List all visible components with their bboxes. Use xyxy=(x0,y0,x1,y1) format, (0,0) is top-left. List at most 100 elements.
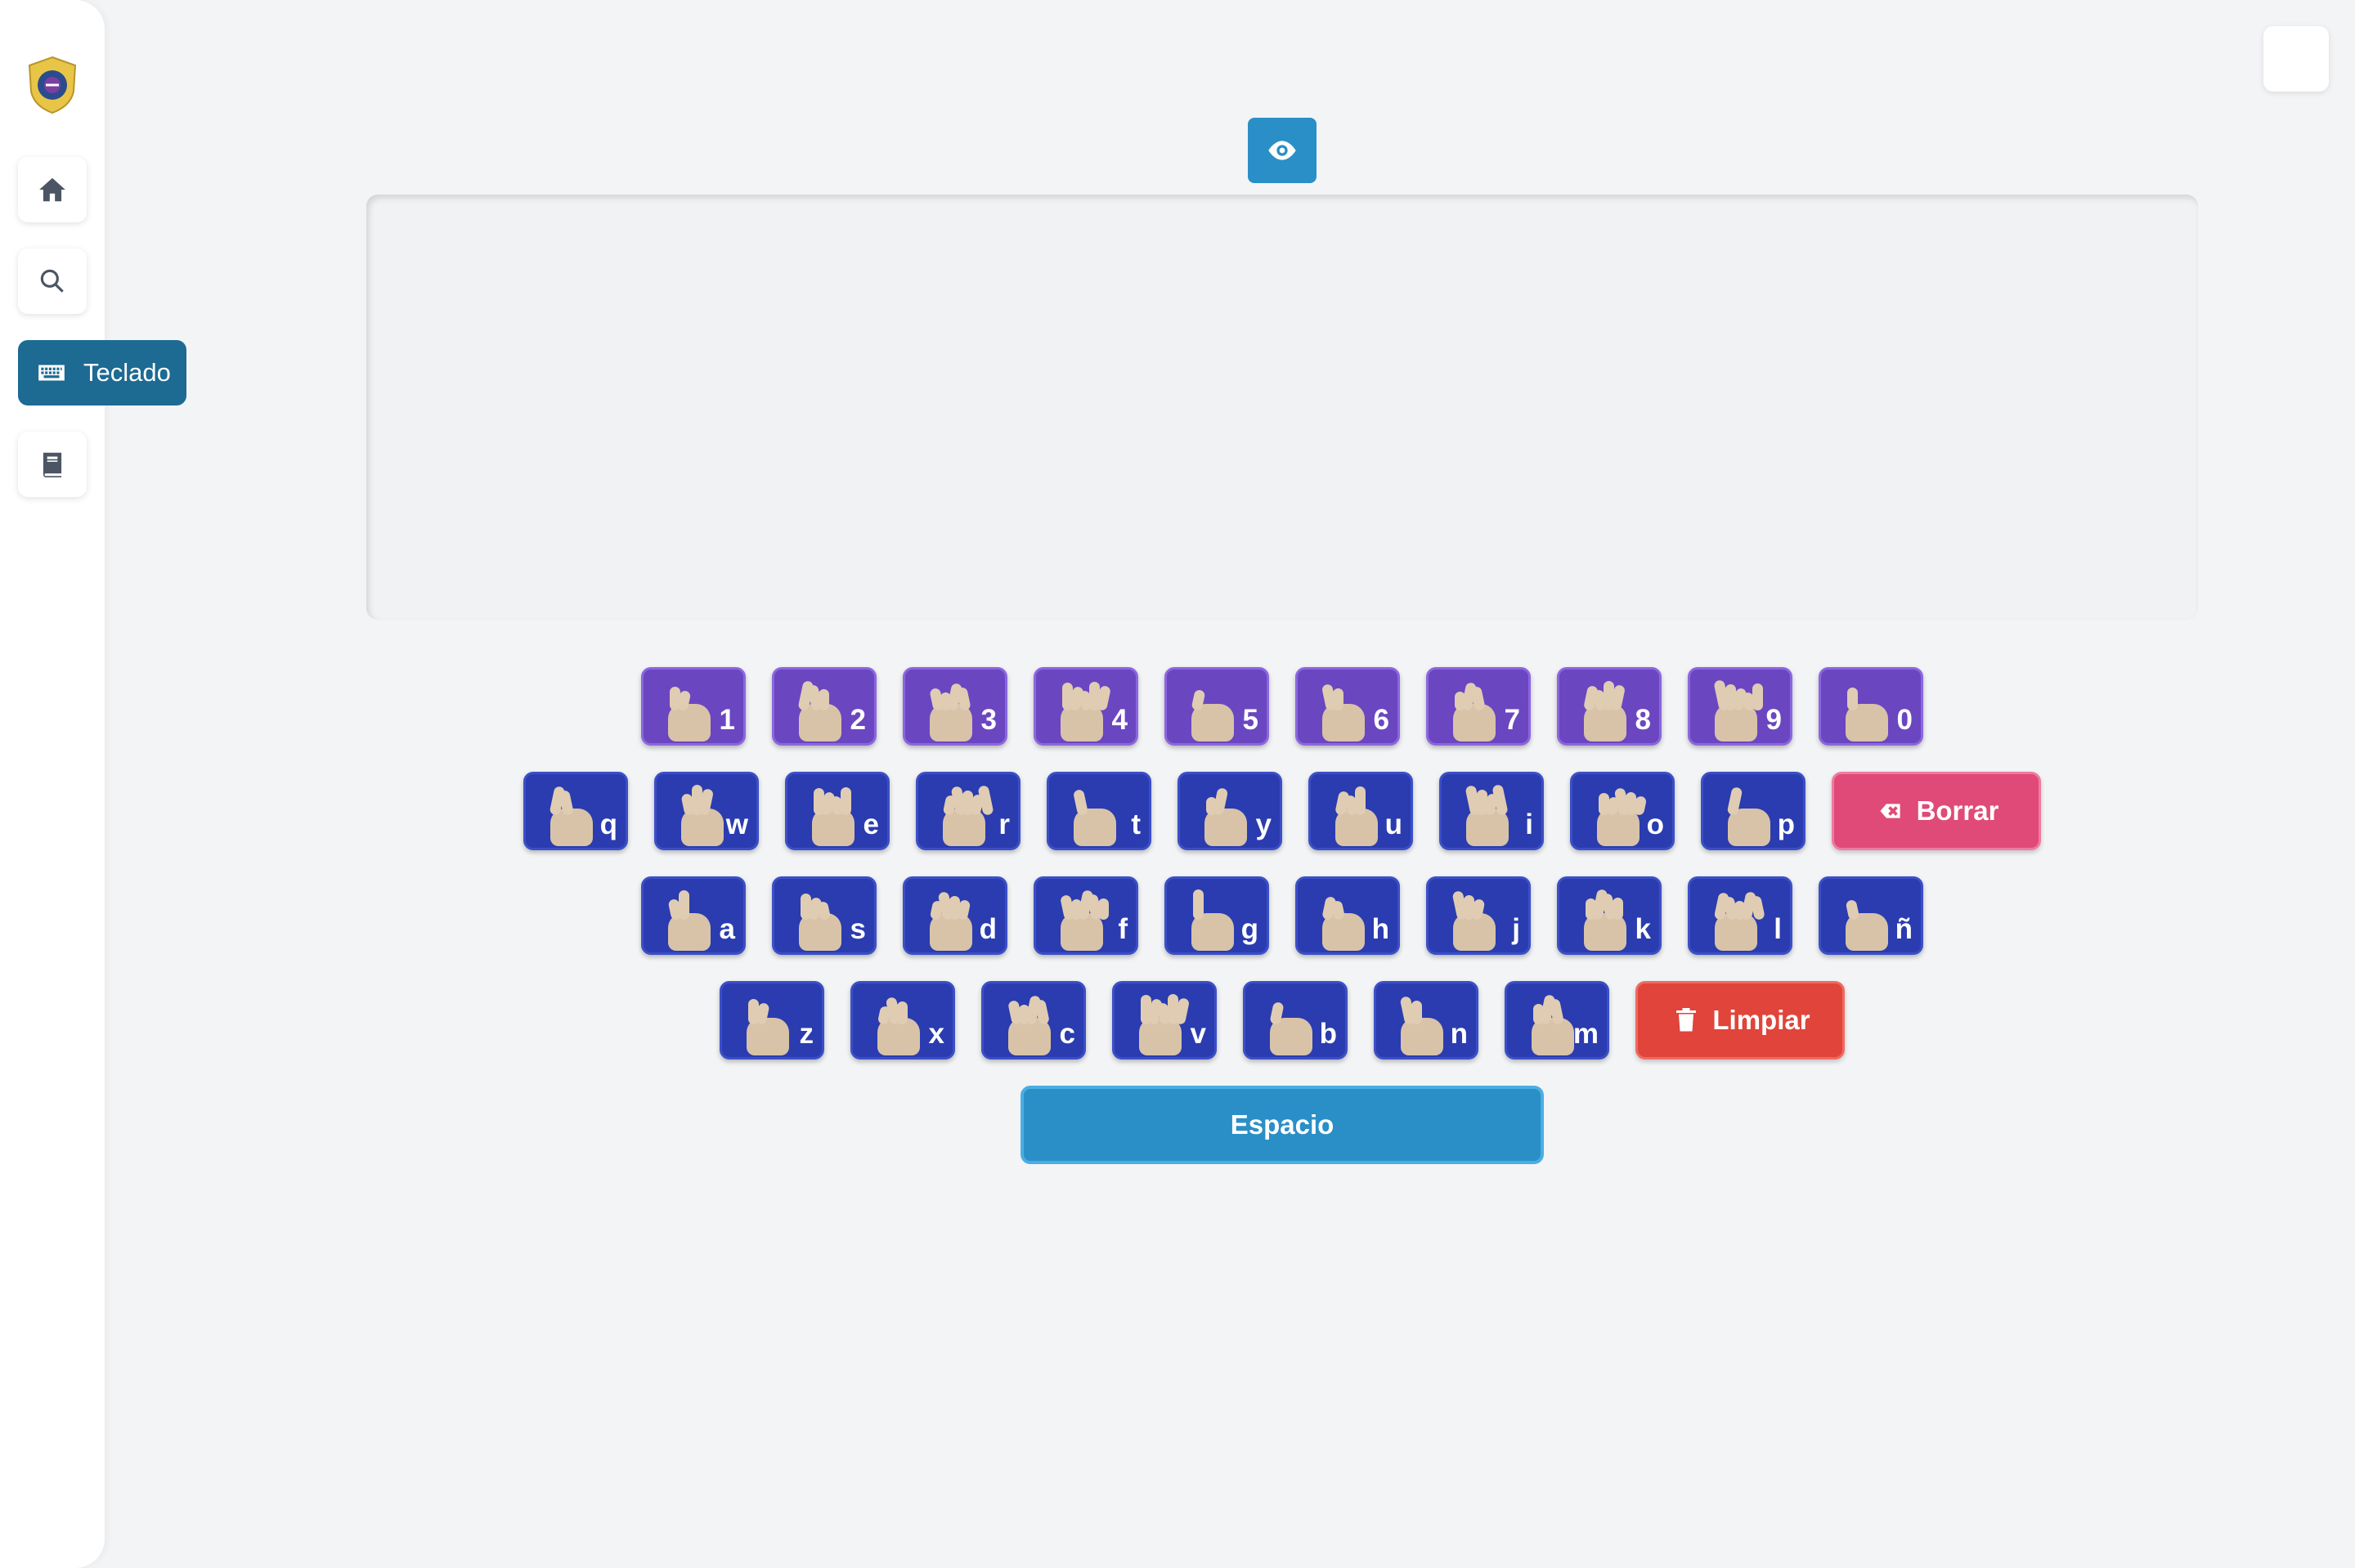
theme-toggle-button[interactable] xyxy=(2263,26,2329,92)
key-a[interactable]: a xyxy=(641,876,746,955)
hand-sign-icon xyxy=(1447,887,1504,952)
key-9[interactable]: 9 xyxy=(1688,667,1792,746)
backspace-icon xyxy=(1876,800,1903,822)
key-label: s xyxy=(850,913,866,945)
key-z[interactable]: z xyxy=(720,981,824,1060)
key-u[interactable]: u xyxy=(1308,772,1413,850)
key-label: i xyxy=(1525,809,1533,840)
key-label: j xyxy=(1512,913,1520,945)
key-4[interactable]: 4 xyxy=(1034,667,1138,746)
key-y[interactable]: y xyxy=(1178,772,1282,850)
keyboard-row-numbers: 1 2 3 4 5 6 7 8 9 0 xyxy=(641,667,1923,746)
key-m[interactable]: m xyxy=(1505,981,1609,1060)
key-label: n xyxy=(1450,1018,1468,1050)
output-text-area[interactable] xyxy=(366,195,2198,620)
key-c[interactable]: c xyxy=(981,981,1086,1060)
key-v[interactable]: v xyxy=(1112,981,1217,1060)
hand-sign-icon xyxy=(1394,992,1451,1057)
key-label: a xyxy=(719,913,735,945)
nav-book-button[interactable] xyxy=(18,432,87,497)
key-f[interactable]: f xyxy=(1034,876,1138,955)
key-d[interactable]: d xyxy=(903,876,1007,955)
key-label: 9 xyxy=(1765,704,1782,736)
key-i[interactable]: i xyxy=(1439,772,1544,850)
key-e[interactable]: e xyxy=(785,772,890,850)
space-button[interactable]: Espacio xyxy=(1020,1086,1544,1164)
trash-icon xyxy=(1676,1008,1697,1032)
key-l[interactable]: l xyxy=(1688,876,1792,955)
key-k[interactable]: k xyxy=(1557,876,1662,955)
hand-sign-icon xyxy=(923,678,980,743)
key-q[interactable]: q xyxy=(523,772,628,850)
nav-teclado-button[interactable]: Teclado xyxy=(18,340,186,405)
key-label: y xyxy=(1255,809,1272,840)
hand-sign-icon xyxy=(1067,782,1124,848)
key-p[interactable]: p xyxy=(1701,772,1806,850)
key-label: 4 xyxy=(1111,704,1128,736)
key-label: o xyxy=(1646,809,1664,840)
key-g[interactable]: g xyxy=(1164,876,1269,955)
key-s[interactable]: s xyxy=(772,876,877,955)
hand-sign-icon xyxy=(1721,782,1779,848)
key-label: z xyxy=(799,1018,814,1050)
key-label: q xyxy=(599,809,617,840)
hand-sign-icon xyxy=(1590,782,1648,848)
key-6[interactable]: 6 xyxy=(1295,667,1400,746)
hand-sign-icon xyxy=(1839,887,1896,952)
key-3[interactable]: 3 xyxy=(903,667,1007,746)
nav-search-button[interactable] xyxy=(18,249,87,314)
hand-sign-icon xyxy=(1316,887,1373,952)
key-o[interactable]: o xyxy=(1570,772,1675,850)
key-label: c xyxy=(1059,1018,1075,1050)
police-badge-logo[interactable] xyxy=(25,56,80,114)
key-r[interactable]: r xyxy=(916,772,1020,850)
hand-sign-icon xyxy=(675,782,732,848)
hand-sign-icon xyxy=(805,782,863,848)
key-5[interactable]: 5 xyxy=(1164,667,1269,746)
search-icon xyxy=(40,269,64,293)
hand-sign-icon xyxy=(1054,678,1111,743)
sidebar: Teclado xyxy=(0,0,186,1568)
key-label: p xyxy=(1777,809,1795,840)
key-t[interactable]: t xyxy=(1047,772,1151,850)
hand-sign-icon xyxy=(1133,992,1191,1057)
backspace-button[interactable]: Borrar xyxy=(1832,772,2041,850)
key-label: g xyxy=(1240,913,1258,945)
hand-sign-icon xyxy=(1316,678,1373,743)
hand-sign-icon xyxy=(1002,992,1059,1057)
toggle-visibility-button[interactable] xyxy=(1248,118,1317,183)
nav-home-button[interactable] xyxy=(18,157,87,222)
hand-sign-icon xyxy=(1329,782,1386,848)
key-label: x xyxy=(928,1018,944,1050)
key-0[interactable]: 0 xyxy=(1819,667,1923,746)
hand-sign-icon xyxy=(1708,678,1765,743)
key-label: 8 xyxy=(1635,704,1651,736)
hand-sign-icon xyxy=(1460,782,1517,848)
key-label: r xyxy=(998,809,1010,840)
hand-sign-icon xyxy=(544,782,601,848)
key-j[interactable]: j xyxy=(1426,876,1531,955)
key-h[interactable]: h xyxy=(1295,876,1400,955)
key-w[interactable]: w xyxy=(654,772,759,850)
key-1[interactable]: 1 xyxy=(641,667,746,746)
key-label: u xyxy=(1384,809,1402,840)
key-b[interactable]: b xyxy=(1243,981,1348,1060)
clear-button[interactable]: Limpiar xyxy=(1635,981,1845,1060)
hand-sign-icon xyxy=(1577,887,1635,952)
key-x[interactable]: x xyxy=(850,981,955,1060)
backspace-button-label: Borrar xyxy=(1916,795,1999,826)
hand-sign-icon xyxy=(923,887,980,952)
key-7[interactable]: 7 xyxy=(1426,667,1531,746)
eye-icon xyxy=(1268,141,1296,160)
key-n[interactable]: n xyxy=(1374,981,1478,1060)
key-2[interactable]: 2 xyxy=(772,667,877,746)
hand-sign-icon xyxy=(1054,887,1111,952)
key-label: l xyxy=(1774,913,1782,945)
key-8[interactable]: 8 xyxy=(1557,667,1662,746)
key-label: 6 xyxy=(1373,704,1389,736)
key-ñ[interactable]: ñ xyxy=(1819,876,1923,955)
hand-sign-icon xyxy=(740,992,797,1057)
hand-sign-icon xyxy=(792,678,850,743)
key-label: e xyxy=(863,809,879,840)
keyboard-row-3: a s df g h j k l ñ xyxy=(641,876,1923,955)
